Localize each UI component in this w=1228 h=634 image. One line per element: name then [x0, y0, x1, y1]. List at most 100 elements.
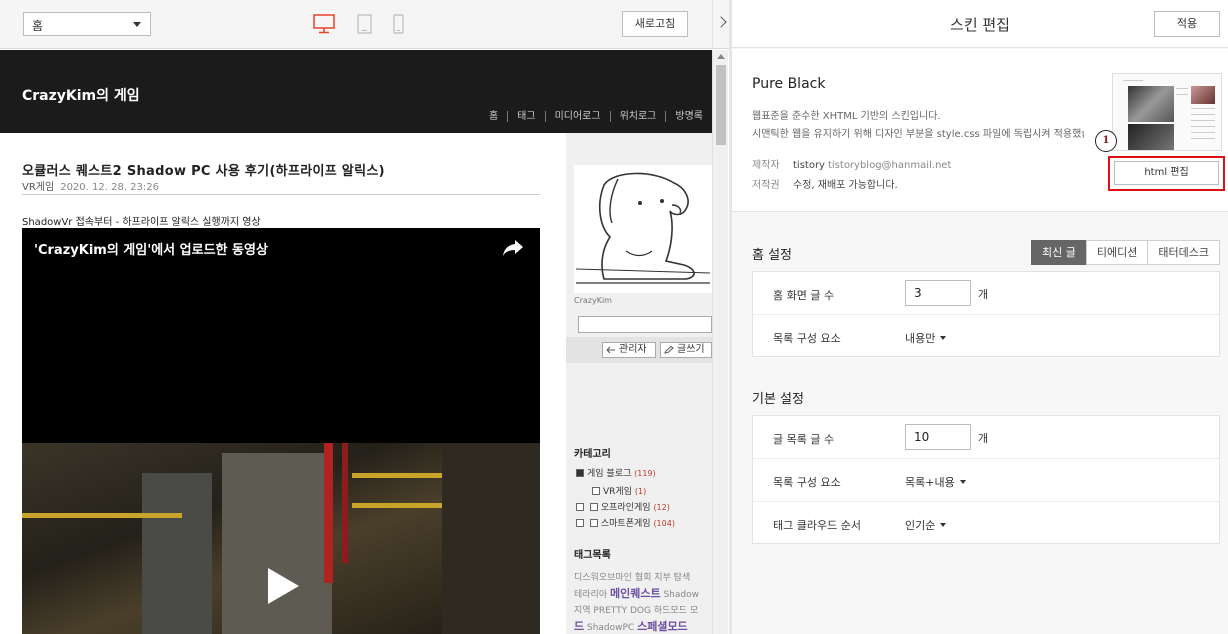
profile-name: CrazyKim	[574, 296, 612, 305]
scroll-up-icon[interactable]	[717, 54, 725, 59]
expand-icon	[576, 503, 584, 511]
category-item-game-blog[interactable]: 게임 블로그 (119)	[576, 466, 656, 479]
admin-button[interactable]: 관리자	[602, 342, 656, 358]
admin-label: 관리자	[619, 344, 647, 355]
category-count: (104)	[653, 519, 675, 528]
tag[interactable]: ShadowPC	[584, 623, 637, 633]
tab-latest[interactable]: 최신 글	[1031, 240, 1087, 265]
home-post-count-row: 홈 화면 글 수 3 개	[753, 272, 1219, 315]
folder-icon	[592, 487, 600, 495]
tag-order-row: 태그 클라우드 순서 인기순	[753, 502, 1219, 545]
scroll-thumb[interactable]	[716, 65, 726, 145]
tag[interactable]: 테라리아	[574, 590, 610, 600]
home-list-label: 목록 구성 요소	[773, 332, 841, 345]
home-list-value: 내용만	[905, 332, 936, 345]
tag-order-label: 태그 클라우드 순서	[773, 519, 861, 532]
skin-description-1: 웹표준을 준수한 XHTML 기반의 스킨입니다.	[752, 111, 941, 122]
category-label: 게임 블로그	[587, 469, 632, 479]
category-item-smartphone[interactable]: 스마트폰게임 (104)	[576, 516, 675, 529]
home-post-count-input[interactable]: 3	[905, 280, 971, 306]
basic-list-row: 목록 구성 요소 목록+내용	[753, 459, 1219, 502]
tag-cloud: 디스워오브마인 협회 지부 탐색 테라리아 메인퀘스트 Shadow 지역 PR…	[574, 570, 712, 634]
post-category[interactable]: VR게임	[22, 182, 54, 193]
caret-down-icon	[940, 523, 947, 527]
tag-line[interactable]: 드 ShadowPC 스페셜모드	[574, 619, 712, 634]
post-divider	[22, 194, 540, 195]
skin-description-2: 시맨틱한 웹을 유지하기 위해 디자인 부분을 style.css 파일에 독립…	[752, 129, 1084, 140]
category-count: (119)	[634, 469, 656, 478]
page-select[interactable]: 홈	[23, 12, 151, 36]
video-player[interactable]: 'CrazyKim의 게임'에서 업로드한 동영상	[22, 228, 540, 634]
list-count-unit: 개	[978, 432, 989, 445]
mobile-view-icon[interactable]	[393, 14, 404, 34]
chevron-down-icon	[133, 22, 141, 27]
home-post-count-unit: 개	[978, 288, 989, 301]
refresh-button[interactable]: 새로고침	[622, 11, 688, 37]
tag[interactable]: 드	[574, 620, 584, 633]
nav-guestbook[interactable]: 방명록	[665, 111, 712, 122]
blog-nav: 홈 태그 미디어로그 위치로그 방명록	[480, 111, 712, 122]
post-date: 2020. 12. 28. 23:26	[60, 182, 159, 193]
tag-line[interactable]: 디스워오브마인 협회 지부 탐색	[574, 570, 712, 586]
step-badge: 1	[1095, 130, 1117, 152]
blog-title[interactable]: CrazyKim의 게임	[22, 85, 140, 105]
nav-medialog[interactable]: 미디어로그	[544, 111, 610, 122]
tablet-view-icon[interactable]	[357, 14, 372, 34]
tag[interactable]: 스페셜모드	[637, 620, 688, 633]
author-value: tistory	[793, 160, 825, 171]
panel-header: 스킨 편집 적용	[732, 0, 1228, 48]
share-icon[interactable]	[502, 238, 524, 258]
skin-author: 제작자 tistory tistoryblog@hanmail.net	[752, 156, 951, 171]
tag-line[interactable]: 테라리아 메인퀘스트 Shadow	[574, 586, 712, 603]
license-key: 저작권	[752, 180, 780, 191]
list-count-input[interactable]: 10	[905, 424, 971, 450]
skin-license: 저작권 수정, 재배포 가능합니다.	[752, 176, 898, 191]
post-title[interactable]: 오큘러스 퀘스트2 Shadow PC 사용 후기(하프라이프 알릭스)	[22, 160, 385, 179]
tab-tatterdesk[interactable]: 태터데스크	[1147, 240, 1220, 265]
home-tabs: 최신 글 티에디션 태터데스크	[1031, 240, 1220, 265]
expand-icon	[576, 519, 584, 527]
write-label: 글쓰기	[677, 344, 705, 355]
tag-order-value: 인기순	[905, 519, 936, 532]
write-button[interactable]: 글쓰기	[660, 342, 712, 358]
preview-scrollbar[interactable]	[712, 50, 728, 634]
category-item-vr[interactable]: VR게임 (1)	[592, 484, 646, 497]
arrow-icon	[606, 346, 615, 354]
sidebar-search-input[interactable]	[578, 316, 712, 333]
nav-tag[interactable]: 태그	[507, 111, 544, 122]
author-email: tistoryblog@hanmail.net	[827, 160, 952, 171]
tab-tedition[interactable]: 티에디션	[1085, 240, 1149, 265]
page-select-value: 홈	[32, 19, 44, 33]
basic-settings-card: 글 목록 글 수 10 개 목록 구성 요소 목록+내용 태그 클라우드 순서 …	[752, 415, 1220, 544]
tag-order-dropdown[interactable]: 인기순	[905, 517, 947, 533]
folder-icon	[589, 519, 598, 527]
html-edit-button[interactable]: html 편집	[1114, 161, 1219, 185]
tag[interactable]: 메인퀘스트	[610, 587, 661, 600]
video-title: 'CrazyKim의 게임'에서 업로드한 동영상	[34, 243, 268, 258]
tag-line[interactable]: 지역 PRETTY DOG 하드모드 모	[574, 603, 712, 619]
author-key: 제작자	[752, 160, 780, 171]
skin-name: Pure Black	[752, 76, 826, 92]
home-list-dropdown[interactable]: 내용만	[905, 330, 947, 346]
category-item-offline[interactable]: 오프라인게임 (12)	[576, 500, 670, 513]
tag[interactable]: Shadow	[661, 590, 699, 600]
list-count-row: 글 목록 글 수 10 개	[753, 416, 1219, 459]
play-icon[interactable]	[265, 566, 301, 606]
pencil-icon	[664, 346, 674, 354]
blog-header: CrazyKim의 게임 홈 태그 미디어로그 위치로그 방명록	[0, 50, 712, 133]
folder-icon	[576, 469, 584, 477]
skin-thumbnail	[1112, 73, 1222, 151]
license-value: 수정, 재배포 가능합니다.	[793, 180, 898, 191]
sidebar-button-bar: 관리자 글쓰기	[566, 337, 712, 363]
folder-icon	[589, 503, 598, 511]
basic-list-dropdown[interactable]: 목록+내용	[905, 474, 966, 490]
nav-home[interactable]: 홈	[480, 111, 507, 122]
category-count: (1)	[634, 487, 647, 496]
desktop-view-icon[interactable]	[313, 14, 335, 34]
home-settings-card: 홈 화면 글 수 3 개 목록 구성 요소 내용만	[752, 271, 1220, 357]
basic-list-value: 목록+내용	[905, 476, 955, 489]
apply-button[interactable]: 적용	[1154, 11, 1220, 37]
chevron-right-icon	[715, 16, 727, 28]
nav-locationlog[interactable]: 위치로그	[609, 111, 666, 122]
post-meta: VR게임 2020. 12. 28. 23:26	[22, 178, 159, 193]
